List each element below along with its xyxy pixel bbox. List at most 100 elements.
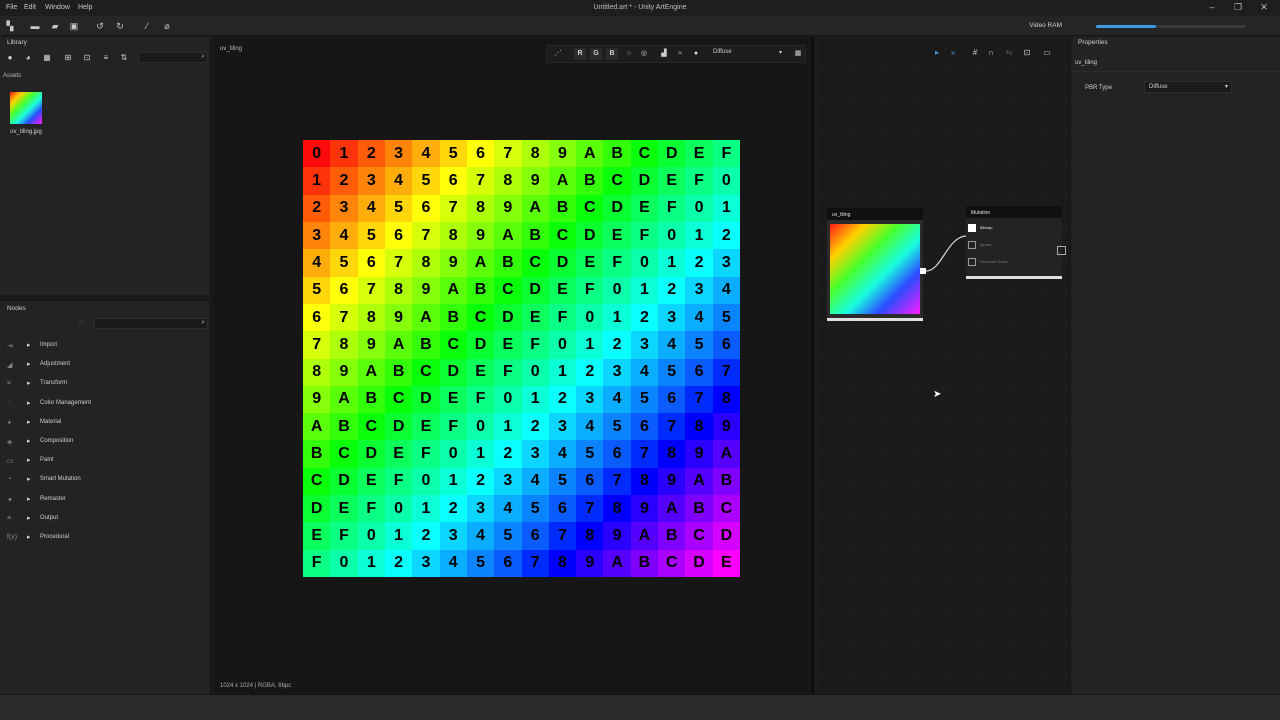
node-category-import[interactable]: ⇥ ▸ Import (0, 337, 211, 356)
expand-arrow-icon[interactable]: ▸ (27, 514, 31, 522)
node-category-remaster[interactable]: ✦ ▸ Remaster (0, 491, 211, 510)
expand-arrow-icon[interactable]: ▸ (27, 533, 31, 541)
expand-arrow-icon[interactable]: ▸ (27, 379, 31, 387)
undo-icon[interactable]: ↺ (94, 20, 106, 32)
port-socket[interactable] (968, 258, 976, 266)
tile-view-icon[interactable]: ⊡ (81, 52, 93, 64)
uv-cell: B (658, 522, 686, 550)
node-category-output[interactable]: ≡ ▸ Output (0, 510, 211, 529)
library-search-input[interactable]: ⌕ (138, 52, 208, 63)
uv-cell: 0 (548, 331, 577, 359)
pbr-type-select[interactable]: Diffuse ▾ (1144, 81, 1232, 93)
uv-cell: 0 (685, 194, 713, 222)
tiling-toggle-icon[interactable]: ◎ (638, 48, 650, 60)
viewer-tab[interactable]: uv_tiling (220, 46, 242, 52)
uv-cell: E (603, 221, 631, 250)
redo-icon[interactable]: ↻ (114, 20, 126, 32)
uv-cell: 6 (548, 495, 577, 523)
node-category-color-management[interactable]: ◌ ▸ Color Management (0, 395, 211, 414)
save-icon[interactable]: ▣ (68, 20, 80, 32)
grid-overlay-icon[interactable]: ▦ (792, 48, 804, 60)
expand-arrow-icon[interactable]: ▸ (27, 495, 31, 503)
checker-filter-icon[interactable]: ▦ (41, 52, 53, 64)
list-view-icon[interactable]: ≡ (100, 52, 112, 64)
uv-cell: 5 (412, 167, 440, 195)
expand-arrow-icon[interactable]: ▸ (27, 341, 31, 349)
eraser-icon[interactable]: ⌀ (161, 20, 173, 32)
source-node[interactable]: uv_tiling (827, 208, 923, 321)
grid-view-icon[interactable]: ⊞ (62, 52, 74, 64)
port-socket[interactable] (968, 224, 976, 232)
histogram-icon[interactable]: ▟ (658, 48, 670, 60)
uv-cell: D (521, 276, 549, 304)
channel-r-toggle[interactable]: R (574, 48, 586, 60)
expand-arrow-icon[interactable]: ▸ (27, 437, 31, 445)
minimize-button[interactable]: – (1205, 2, 1219, 13)
material-filter-icon[interactable]: ● (4, 52, 16, 64)
uv-cell: 8 (357, 303, 385, 332)
category-icon: ⌗ (7, 380, 11, 388)
node-category-smart-mutation[interactable]: ◔ ▸ Smart Mutation (0, 471, 211, 490)
uv-cell: 6 (466, 140, 495, 168)
node-category-transform[interactable]: ⌗ ▸ Transform (0, 375, 211, 394)
uv-cell: 8 (466, 194, 495, 222)
alpha-toggle-icon[interactable]: ○ (623, 48, 635, 60)
category-icon: ≡ (7, 514, 12, 522)
uv-cell: 9 (357, 331, 385, 359)
uv-cell: 3 (466, 495, 495, 523)
maximize-button[interactable]: ❐ (1231, 2, 1245, 13)
uv-cell: 2 (384, 549, 413, 577)
compare-icon[interactable]: ⋰ (552, 48, 564, 60)
expand-arrow-icon[interactable]: ▸ (27, 475, 31, 483)
display-mode-select[interactable]: Diffuse ▾ (713, 49, 785, 60)
mutation-port-structure-guide[interactable]: Structure Guide (966, 257, 1062, 268)
brush-icon[interactable]: ⁄ (141, 20, 153, 32)
expand-arrow-icon[interactable]: ▸ (27, 360, 31, 368)
divider (1071, 71, 1280, 72)
chevron-down-icon: ▾ (1224, 84, 1228, 90)
node-category-material[interactable]: ◕ ▸ Material (0, 414, 211, 433)
uv-cell: B (330, 413, 358, 441)
uv-cell: A (466, 249, 495, 277)
favorite-star-icon[interactable]: ☆ (77, 318, 84, 327)
uv-cell: 3 (330, 194, 358, 222)
uv-cell: 7 (576, 495, 604, 523)
mutation-node[interactable]: Mutation Bitmap Ignore Structure Guide (966, 206, 1062, 279)
node-category-composition[interactable]: ◈ ▸ Composition (0, 433, 211, 452)
channel-b-toggle[interactable]: B (606, 48, 618, 60)
exposure-icon[interactable]: ● (690, 48, 702, 60)
open-icon[interactable]: ▰ (49, 20, 61, 32)
uv-cell: C (494, 276, 522, 304)
uv-cell: A (384, 331, 413, 359)
app-icon[interactable]: ▚ (4, 20, 16, 32)
uv-cell: D (357, 440, 385, 468)
mutation-port-ignore[interactable]: Ignore (966, 240, 1062, 251)
node-graph[interactable]: ▸ » # ∩ ⇆ ⊡ ▭ uv_tiling Mutation Bitmap I… (817, 37, 1068, 694)
uv-cell: 0 (658, 221, 686, 250)
sphere-filter-icon[interactable]: ◕ (22, 52, 34, 64)
expand-arrow-icon[interactable]: ▸ (27, 418, 31, 426)
srgb-toggle-icon[interactable]: ≈ (674, 48, 686, 60)
channel-g-toggle[interactable]: G (590, 48, 602, 60)
node-category-paint[interactable]: ▭ ▸ Paint (0, 452, 211, 471)
video-ram-fill (1096, 25, 1156, 28)
uv-cell: E (521, 303, 549, 332)
uv-cell: F (303, 549, 331, 577)
expand-arrow-icon[interactable]: ▸ (27, 456, 31, 464)
source-output-port[interactable] (920, 268, 926, 274)
nodes-search-input[interactable]: ⌕ (94, 318, 208, 329)
category-icon: f(x) (7, 534, 18, 541)
uv-cell: A (412, 303, 440, 332)
expand-arrow-icon[interactable]: ▸ (27, 399, 31, 407)
node-category-procedural[interactable]: f(x) ▸ Procedural (0, 529, 211, 548)
mutation-port-bitmap[interactable]: Bitmap (966, 223, 1062, 234)
asset-tile[interactable]: uv_tiling.jpg (4, 89, 48, 139)
uv-cell: 4 (712, 276, 740, 304)
port-socket[interactable] (968, 241, 976, 249)
mutation-output-port[interactable] (1057, 246, 1066, 255)
sort-icon[interactable]: ⇅ (118, 52, 130, 64)
uv-cell: 0 (357, 522, 385, 550)
node-category-adjustment[interactable]: ◢ ▸ Adjustment (0, 356, 211, 375)
new-icon[interactable]: ▬ (29, 20, 41, 32)
close-button[interactable]: ✕ (1257, 2, 1271, 13)
